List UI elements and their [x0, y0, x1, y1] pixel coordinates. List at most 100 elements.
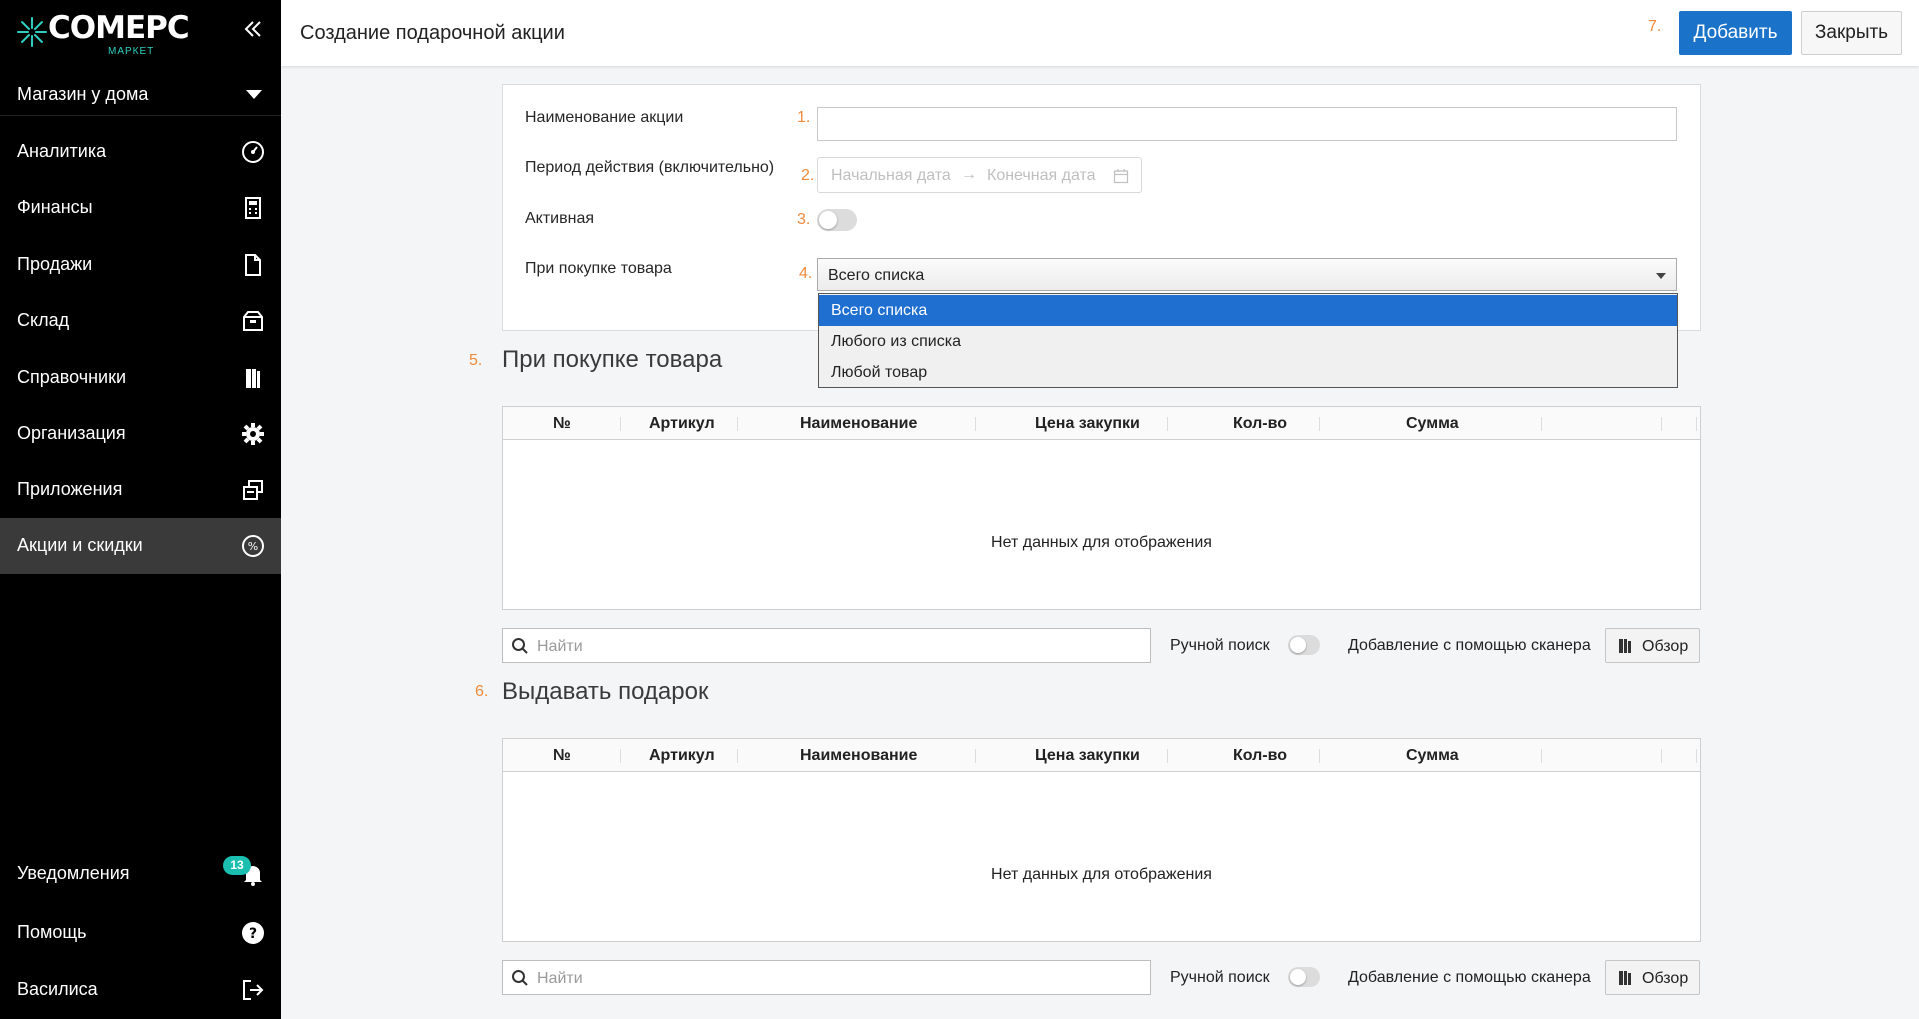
nav-label: Помощь — [17, 922, 87, 942]
search-input[interactable]: Найти — [502, 960, 1151, 995]
nav-label: Аналитика — [17, 141, 107, 161]
nav-label: Продажи — [17, 254, 93, 274]
logo-star-icon — [17, 17, 47, 47]
option-label: Любого из списка — [831, 333, 961, 350]
dropdown-option[interactable]: Любой товар — [819, 357, 1677, 388]
column-header-sku[interactable]: Артикул — [649, 747, 715, 765]
column-divider — [1696, 417, 1697, 431]
close-button[interactable]: Закрыть — [1801, 11, 1902, 55]
table-header: № Артикул Наименование Цена закупки Кол-… — [503, 739, 1700, 772]
help-icon: ? — [242, 922, 264, 944]
active-label: Активная — [525, 210, 595, 227]
section-title-purchase: При покупке товара — [502, 346, 723, 373]
windows-icon — [243, 480, 263, 500]
caret-down-icon — [246, 90, 262, 99]
annotation-2: 2. — [801, 167, 815, 184]
store-selector[interactable]: Магазин у дома — [0, 72, 281, 116]
dropdown-option[interactable]: Любого из списка — [819, 326, 1677, 357]
nav-item-promotions[interactable]: Акции и скидки % — [0, 518, 281, 574]
column-divider — [1167, 417, 1168, 431]
annotation-6: 6. — [475, 683, 489, 700]
manual-search-toggle[interactable] — [1288, 967, 1320, 987]
column-divider — [737, 749, 738, 763]
browse-button[interactable]: Обзор — [1605, 628, 1700, 663]
document-icon — [245, 254, 261, 276]
search-input[interactable]: Найти — [502, 628, 1151, 663]
date-range-picker[interactable]: Начальная дата → Конечная дата — [817, 157, 1142, 193]
active-toggle[interactable] — [817, 209, 857, 231]
column-divider — [1167, 749, 1168, 763]
collapse-sidebar-icon[interactable] — [240, 16, 266, 42]
annotation-5: 5. — [469, 352, 483, 369]
add-button[interactable]: Добавить — [1679, 11, 1792, 55]
logo-subtitle: МАРКЕТ — [108, 46, 155, 57]
nav-label: Уведомления — [17, 863, 130, 883]
annotation-1: 1. — [797, 109, 811, 126]
nav-label: Справочники — [17, 367, 127, 387]
nav-label: Акции и скидки — [17, 535, 143, 555]
page-title: Создание подарочной акции — [300, 22, 565, 44]
column-divider — [737, 417, 738, 431]
logo[interactable]: COMEPC МАРКЕТ — [16, 8, 190, 58]
books-icon — [1619, 971, 1631, 985]
column-divider — [1661, 417, 1662, 431]
calculator-icon — [245, 197, 261, 219]
table-header: № Артикул Наименование Цена закупки Кол-… — [503, 407, 1700, 440]
search-icon — [512, 638, 528, 654]
nav-item-apps[interactable]: Приложения — [0, 462, 281, 518]
purchase-items-table: № Артикул Наименование Цена закупки Кол-… — [502, 406, 1701, 610]
percent-icon: % — [242, 535, 264, 557]
purchase-condition-select[interactable]: Всего списка — [817, 258, 1677, 291]
manual-search-toggle[interactable] — [1288, 635, 1320, 655]
column-header-price[interactable]: Цена закупки — [1035, 415, 1140, 433]
books-icon — [246, 369, 260, 388]
purchase-label: При покупке товара — [525, 260, 672, 277]
dropdown-option[interactable]: Всего списка — [819, 295, 1677, 326]
nav-item-analytics[interactable]: Аналитика — [0, 124, 281, 180]
nav-label: Приложения — [17, 479, 123, 499]
column-header-sum[interactable]: Сумма — [1406, 747, 1459, 765]
caret-down-icon — [1656, 273, 1666, 279]
column-header-qty[interactable]: Кол-во — [1233, 747, 1287, 765]
period-label: Период действия (включительно) — [525, 159, 775, 176]
nav-item-references[interactable]: Справочники — [0, 350, 281, 406]
option-label: Всего списка — [831, 302, 928, 319]
manual-search-label: Ручной поиск — [1170, 637, 1270, 654]
section-title-gift: Выдавать подарок — [502, 678, 709, 705]
column-divider — [975, 417, 976, 431]
column-header-price[interactable]: Цена закупки — [1035, 747, 1140, 765]
svg-text:%: % — [248, 540, 258, 553]
range-arrow-icon: → — [961, 166, 977, 183]
column-header-name[interactable]: Наименование — [800, 415, 917, 433]
start-date-input[interactable]: Начальная дата — [831, 167, 951, 185]
column-header-number[interactable]: № — [553, 415, 571, 433]
nav-item-finance[interactable]: Финансы — [0, 180, 281, 236]
annotation-3: 3. — [797, 211, 811, 228]
calendar-icon[interactable] — [1113, 168, 1129, 184]
nav-item-sales[interactable]: Продажи — [0, 237, 281, 293]
nav-label: Организация — [17, 423, 126, 443]
nav-label: Склад — [17, 310, 70, 330]
column-header-number[interactable]: № — [553, 747, 571, 765]
column-divider — [1541, 749, 1542, 763]
books-icon — [1619, 639, 1631, 653]
nav-item-warehouse[interactable]: Склад — [0, 293, 281, 349]
column-divider — [975, 749, 976, 763]
nav-item-organization[interactable]: Организация — [0, 406, 281, 462]
column-divider — [1541, 417, 1542, 431]
nav-item-user[interactable]: Василиса — [0, 962, 281, 1018]
promotion-name-input[interactable] — [817, 107, 1677, 141]
scanner-label: Добавление с помощью сканера — [1348, 969, 1591, 986]
name-label: Наименование акции — [525, 109, 684, 126]
column-header-qty[interactable]: Кол-во — [1233, 415, 1287, 433]
column-header-sku[interactable]: Артикул — [649, 415, 715, 433]
empty-state-text: Нет данных для отображения — [991, 866, 1212, 883]
column-header-sum[interactable]: Сумма — [1406, 415, 1459, 433]
end-date-input[interactable]: Конечная дата — [987, 167, 1096, 185]
column-header-name[interactable]: Наименование — [800, 747, 917, 765]
nav-item-help[interactable]: Помощь ? — [0, 905, 281, 961]
notification-count-badge: 13 — [223, 856, 251, 875]
browse-label: Обзор — [1642, 970, 1689, 987]
browse-button[interactable]: Обзор — [1605, 960, 1700, 995]
store-name: Магазин у дома — [17, 84, 149, 104]
